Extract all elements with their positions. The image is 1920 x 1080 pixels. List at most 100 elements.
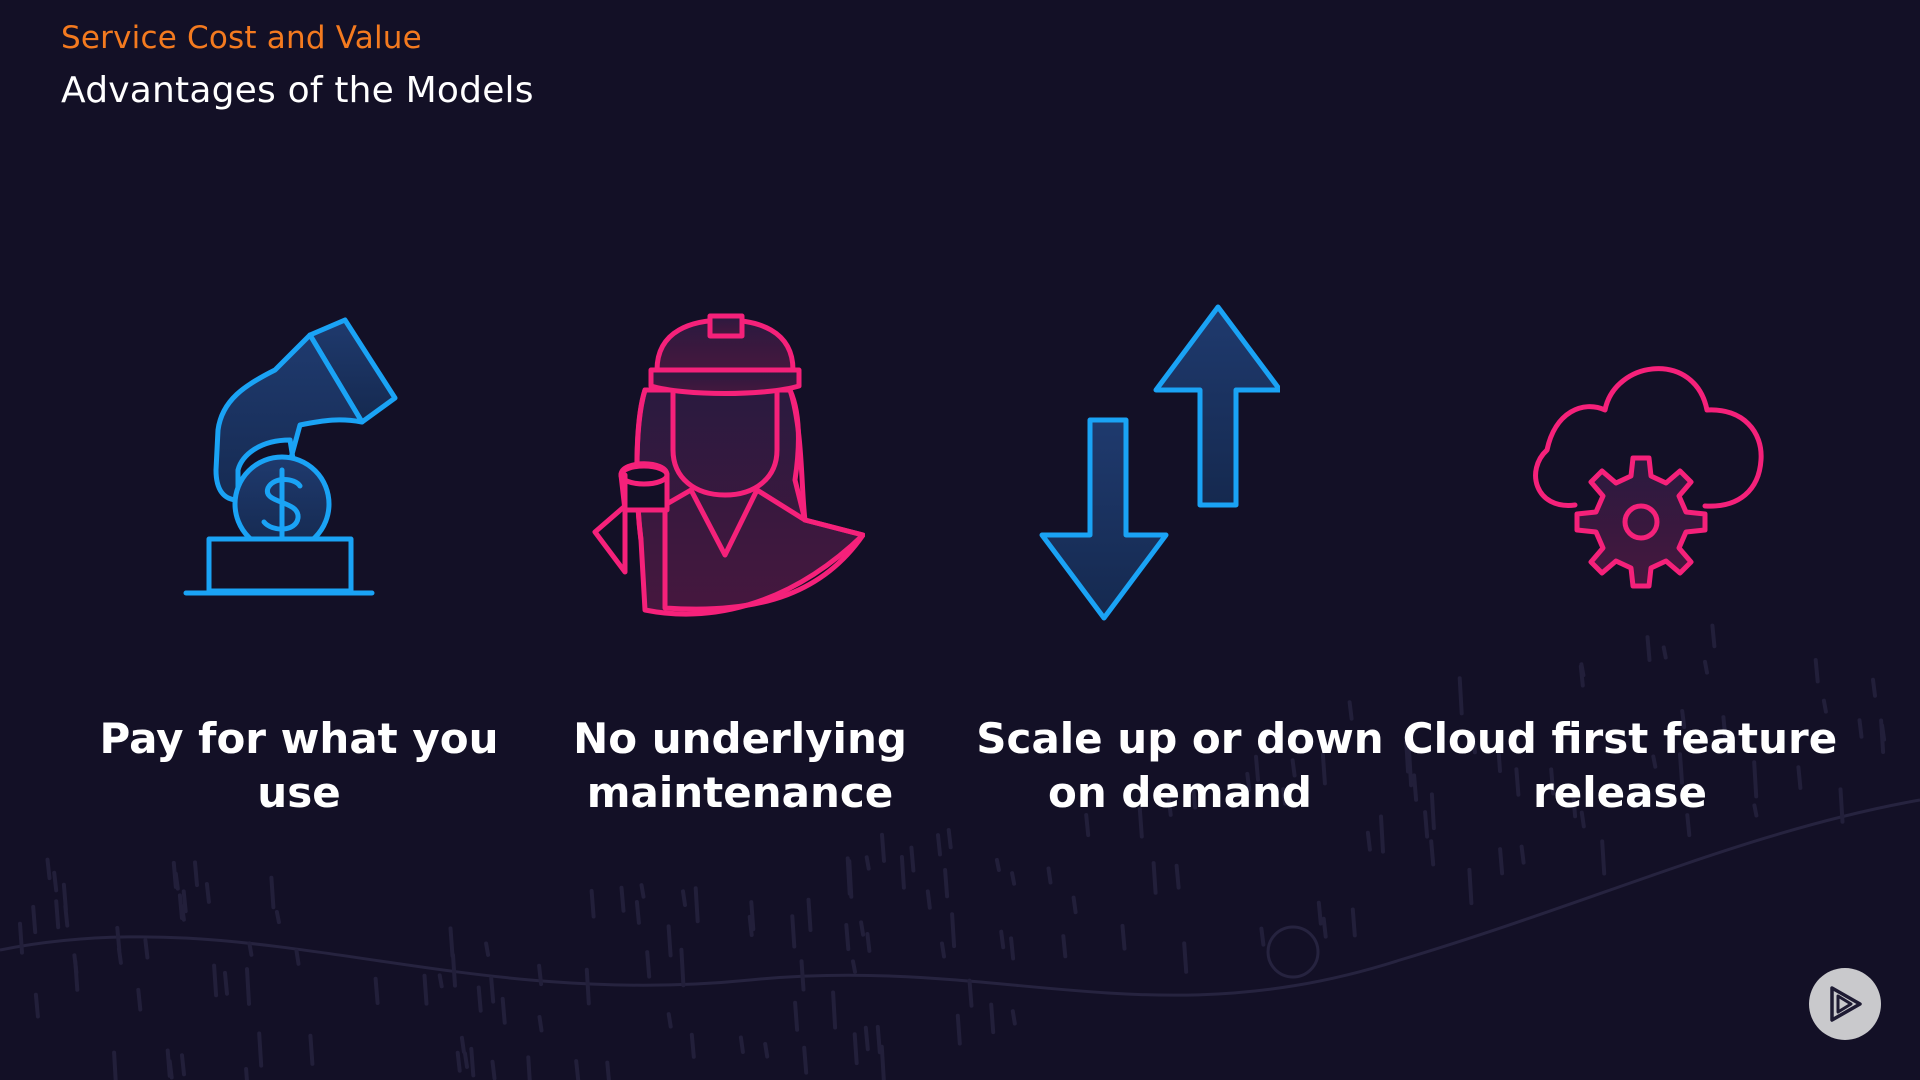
background-tick bbox=[116, 946, 123, 965]
background-tick bbox=[693, 886, 700, 924]
section-kicker: Service Cost and Value bbox=[61, 20, 422, 56]
background-tick bbox=[806, 897, 813, 932]
background-tick bbox=[1467, 867, 1474, 906]
background-tick bbox=[489, 976, 496, 1004]
background-tick bbox=[469, 1046, 476, 1078]
background-tick bbox=[1009, 936, 1016, 961]
advantage-label-scale: Scale up or down on demand bbox=[960, 712, 1400, 820]
background-tick bbox=[294, 948, 301, 966]
background-tick bbox=[1379, 814, 1385, 854]
background-tick bbox=[679, 947, 686, 988]
background-tick bbox=[490, 1059, 497, 1080]
background-tick bbox=[946, 828, 953, 850]
background-tick bbox=[1365, 830, 1372, 852]
caption-line: Pay for what you bbox=[99, 714, 499, 763]
background-tick bbox=[1457, 676, 1464, 716]
background-tick bbox=[1871, 677, 1877, 698]
background-tick bbox=[909, 845, 916, 873]
background-tick bbox=[666, 924, 673, 958]
background-tick bbox=[245, 967, 251, 1006]
background-tick bbox=[865, 932, 872, 953]
background-tick bbox=[936, 833, 942, 857]
background-tick bbox=[689, 1032, 696, 1059]
background-tick bbox=[1880, 723, 1887, 742]
background-tick bbox=[681, 889, 687, 907]
background-tick bbox=[1061, 934, 1068, 959]
background-tick bbox=[851, 959, 857, 974]
background-tick bbox=[967, 978, 974, 1008]
caption-line: Scale up or down bbox=[976, 714, 1384, 763]
background-tick bbox=[257, 1031, 264, 1068]
caption-line: Cloud first feature bbox=[1402, 714, 1838, 763]
caption-line: No underlying bbox=[573, 714, 907, 763]
background-tick bbox=[204, 882, 211, 904]
background-tick bbox=[1010, 871, 1017, 886]
background-tick bbox=[274, 910, 281, 925]
background-tick bbox=[1010, 1009, 1017, 1026]
background-tick bbox=[112, 1050, 118, 1080]
background-tick bbox=[1813, 658, 1820, 684]
slide: Service Cost and Value Advantages of the… bbox=[0, 0, 1920, 1080]
background-tick bbox=[989, 1002, 996, 1035]
background-tick bbox=[437, 973, 444, 989]
background-tick bbox=[54, 899, 61, 930]
background-tick bbox=[1174, 863, 1181, 890]
background-tick bbox=[484, 941, 491, 957]
background-tick bbox=[1151, 861, 1158, 895]
background-tick bbox=[52, 870, 59, 893]
background-tick bbox=[747, 914, 754, 937]
caption-line: on demand bbox=[1048, 768, 1312, 817]
background-tick bbox=[448, 926, 455, 958]
background-tick bbox=[899, 855, 906, 890]
caption-line: release bbox=[1533, 768, 1707, 817]
background-tick bbox=[526, 1055, 532, 1080]
scale-arrows-icon bbox=[1039, 304, 1280, 621]
engineer-icon bbox=[592, 313, 865, 617]
background-tick bbox=[1857, 718, 1864, 739]
background-tick bbox=[844, 923, 851, 952]
background-tick bbox=[1821, 698, 1828, 714]
background-tick bbox=[31, 904, 38, 935]
background-tick bbox=[763, 1042, 770, 1059]
player-logo-button[interactable] bbox=[1809, 968, 1881, 1040]
background-tick bbox=[880, 832, 886, 863]
background-tick bbox=[605, 1060, 611, 1080]
background-tick bbox=[1429, 839, 1436, 867]
background-tick bbox=[802, 1045, 809, 1075]
background-tick bbox=[1316, 900, 1323, 926]
background-tick bbox=[634, 900, 641, 925]
background-tick bbox=[639, 883, 646, 899]
background-tick bbox=[863, 1025, 870, 1052]
background-tick bbox=[831, 990, 838, 1030]
background-tick bbox=[451, 953, 457, 988]
background-tick bbox=[852, 1032, 859, 1066]
background-tick bbox=[73, 959, 80, 992]
background-tick bbox=[476, 985, 483, 1013]
background-tick bbox=[875, 1024, 882, 1055]
background-tick bbox=[167, 1059, 174, 1080]
background-tick bbox=[308, 1033, 315, 1066]
background-tick bbox=[1046, 866, 1053, 885]
background-tick bbox=[1600, 839, 1607, 876]
background-tick bbox=[1838, 787, 1845, 824]
background-tick bbox=[645, 950, 652, 979]
background-tick bbox=[1519, 844, 1526, 865]
background-tick bbox=[193, 860, 199, 888]
background-tick bbox=[18, 921, 24, 955]
background-tick bbox=[1321, 916, 1328, 939]
background-tick bbox=[1498, 847, 1505, 876]
cloud-gear-icon bbox=[1533, 366, 1764, 589]
background-tick bbox=[999, 929, 1006, 950]
background-tick bbox=[61, 882, 68, 912]
advantage-label-cloud-first: Cloud first feature release bbox=[1400, 712, 1840, 820]
background-tick bbox=[500, 996, 507, 1025]
background-tick bbox=[136, 987, 143, 1012]
background-tick bbox=[459, 1035, 466, 1054]
background-tick bbox=[940, 941, 946, 959]
background-tick bbox=[537, 1015, 544, 1033]
background-tick bbox=[589, 888, 596, 919]
background-tick bbox=[1259, 926, 1266, 947]
background-tick bbox=[1182, 941, 1189, 974]
background-tick bbox=[180, 1053, 186, 1077]
slide-title: Advantages of the Models bbox=[61, 70, 534, 111]
